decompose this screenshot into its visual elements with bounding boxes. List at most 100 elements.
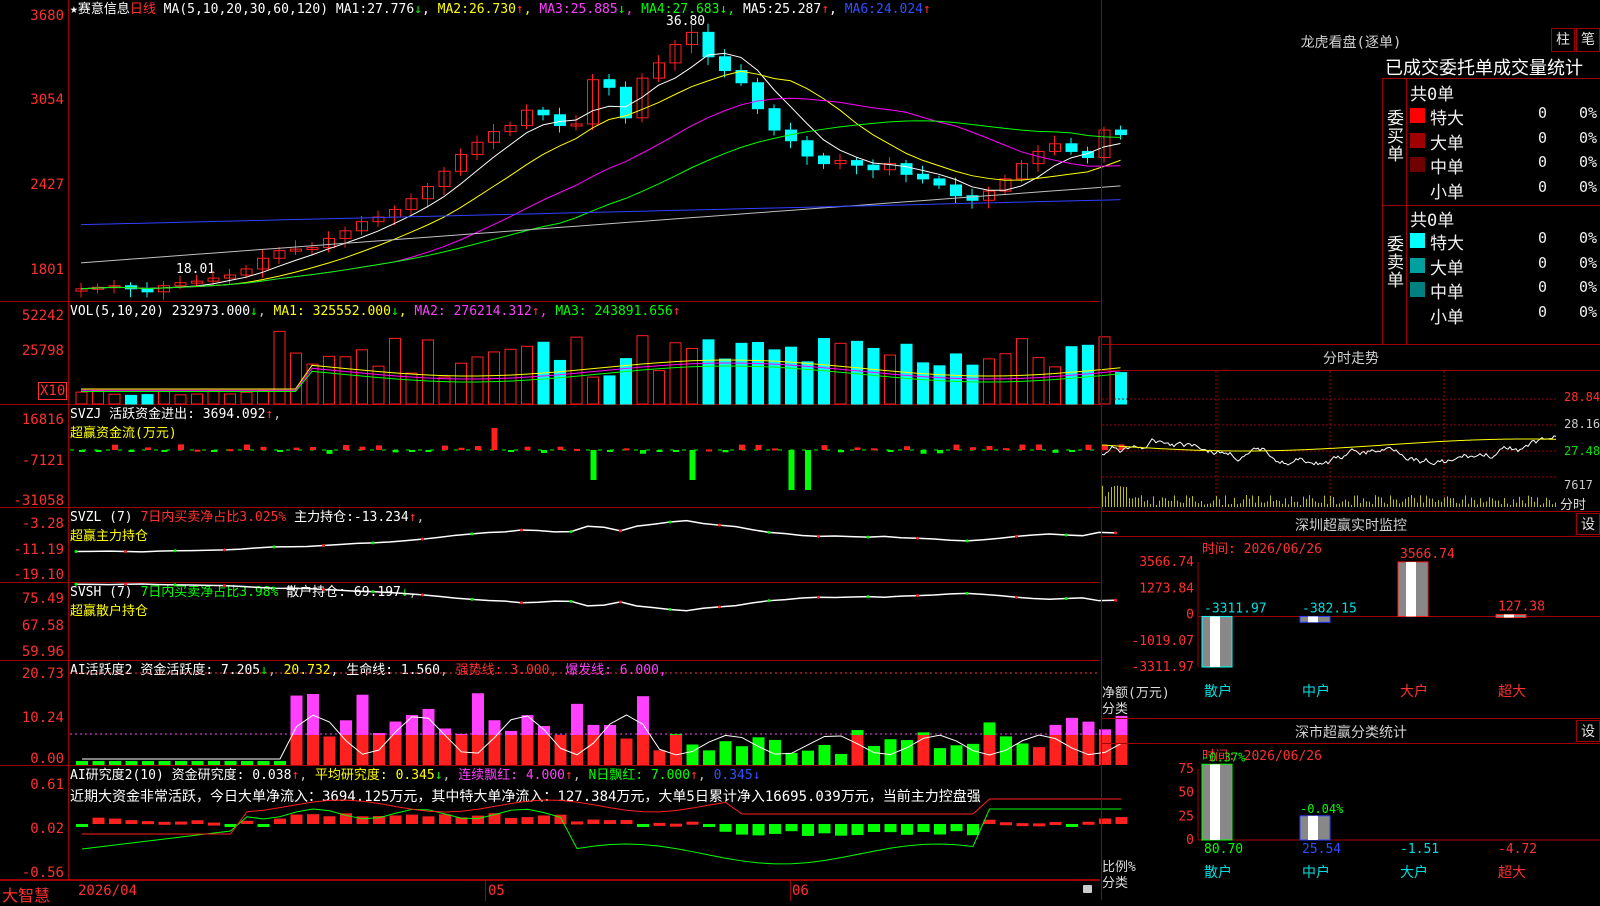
volume-panel[interactable]: 52242 25798 X10 VOL(5,10,20) 232973.000↓…	[0, 302, 1127, 405]
activity-line	[82, 714, 1122, 760]
ma-line-3	[80, 97, 1121, 290]
dragon-tiger-panel: 龙虎看盘(逐单) 柱 笔 已成交委托单成交量统计 委买单 共0单 特大 0 0% 大单…	[1101, 0, 1600, 345]
svzl-chart[interactable]	[0, 508, 1117, 583]
intraday-panel[interactable]: 分时走势 28.84 28.16 27.48 7617 分时	[1101, 345, 1600, 513]
intraday-vol-bar	[1231, 503, 1232, 507]
research-bar	[224, 824, 237, 827]
intraday-chart[interactable]	[1101, 345, 1600, 512]
research-bar	[76, 824, 88, 827]
ai-activity-panel[interactable]: 20.73 10.24 0.00 AI活跃度2 资金活跃度: 7.205↓, 2…	[0, 661, 1128, 766]
holding-dot	[124, 582, 127, 586]
research-bar	[1082, 821, 1095, 825]
intraday-vol-bar	[1273, 501, 1274, 507]
intraday-vol-bar	[1252, 495, 1253, 507]
intraday-vol-bar	[1210, 503, 1211, 507]
holding-dot	[322, 587, 325, 591]
intraday-vol-bar	[1429, 498, 1430, 507]
bar-y-label: 1273.84	[1139, 581, 1194, 596]
intraday-vol-bar	[1288, 504, 1289, 507]
intraday-vol-bar	[1108, 491, 1109, 507]
activity-bar	[818, 744, 831, 765]
dragon-row-count: 0	[1538, 104, 1548, 122]
ma-line-4	[80, 120, 1121, 290]
intraday-vol-bar	[1324, 495, 1325, 507]
buy-total: 共0单	[1410, 85, 1455, 105]
svzj-panel[interactable]: 16816 -7121 -31058 SVZJ 活跃资金进出: 3694.092…	[0, 405, 1125, 508]
activity-bar-base	[604, 735, 616, 765]
research-bar	[769, 824, 781, 834]
intraday-vol-bar	[1351, 504, 1352, 507]
activity-bar-base	[637, 735, 649, 765]
intraday-vol-bar	[1546, 497, 1547, 507]
activity-bar	[109, 761, 121, 765]
dragon-row-label: 大单	[1430, 133, 1464, 154]
bar-view-button[interactable]: 柱	[1551, 28, 1575, 52]
tick-view-button[interactable]: 笔	[1576, 28, 1600, 52]
activity-bar-base	[389, 735, 402, 765]
candle-body	[900, 163, 913, 175]
ma-line-1	[80, 52, 1121, 290]
candle-body	[603, 79, 616, 88]
research-bar	[604, 820, 616, 824]
holding-dot	[421, 593, 424, 597]
intraday-vol-bar	[1213, 500, 1214, 507]
intraday-vol-bar	[1420, 495, 1421, 507]
activity-bar-base	[521, 735, 534, 765]
activity-bar-base	[851, 735, 864, 765]
intraday-vol-bar	[1180, 502, 1181, 507]
intraday-vol-bar	[1333, 497, 1334, 507]
dragon-row-label: 特大	[1430, 109, 1464, 129]
intraday-vol-bar	[1336, 504, 1337, 507]
intraday-vol-bar	[1438, 500, 1439, 507]
holding-dot	[866, 595, 870, 599]
lock-icon[interactable]	[1083, 885, 1092, 893]
intraday-vol-bar	[1549, 500, 1550, 507]
flow-bar	[244, 444, 250, 450]
intraday-vol-bar	[1387, 504, 1388, 507]
flow-bar	[1069, 450, 1075, 452]
app-window: 3680 3054 2427 1801 ★赛意信息日线 MA(5,10,20,3…	[0, 0, 1600, 905]
svzl-panel[interactable]: -3.28 -11.19 -19.10 SVZL (7) 7日内买卖净占比3.0…	[0, 508, 1117, 583]
volume-chart[interactable]	[0, 302, 1127, 405]
intraday-vol-bar	[1264, 502, 1265, 507]
ai-research-panel[interactable]: 0.61 0.02 -0.56 AI研究度2(10) 资金研究度: 0.038↑…	[0, 766, 1128, 880]
research-bar	[917, 824, 930, 832]
intraday-vol-bar	[1507, 503, 1508, 507]
ai-research-chart[interactable]	[0, 766, 1128, 880]
activity-bar	[950, 745, 963, 765]
volume-bar	[191, 393, 203, 405]
flow-bar	[953, 444, 960, 450]
ratio-top-label: -0.04%	[1300, 802, 1344, 816]
flow-bar	[359, 446, 366, 450]
ratio-category-label: 散户	[1204, 864, 1232, 881]
candle-body	[768, 108, 781, 131]
ai-activity-chart[interactable]	[0, 661, 1128, 766]
activity-bar-base	[340, 735, 352, 765]
candlestick-chart[interactable]	[0, 0, 1127, 302]
volume-bar	[422, 339, 434, 405]
activity-bar	[736, 746, 748, 765]
flow-bar	[227, 449, 234, 452]
flow-bar	[277, 450, 283, 452]
intraday-vol-bar	[1240, 503, 1241, 507]
intraday-vol-bar	[1435, 501, 1436, 507]
activity-bar	[835, 753, 847, 765]
intraday-vol-bar	[1474, 500, 1475, 507]
activity-bar	[142, 761, 154, 765]
svsh-chart[interactable]	[0, 582, 1117, 661]
ratio-category-label: 中户	[1302, 864, 1330, 881]
volume-bar	[702, 339, 715, 405]
flow-bar	[508, 450, 514, 452]
research-bar	[670, 823, 682, 827]
holding-dot	[1015, 595, 1018, 599]
flow-bar	[343, 445, 349, 450]
intraday-vol-bar	[1441, 501, 1442, 507]
research-bar	[950, 824, 963, 832]
price-panel[interactable]: 3680 3054 2427 1801 ★赛意信息日线 MA(5,10,20,3…	[0, 0, 1127, 302]
ratio-value-label: -4.72	[1498, 842, 1537, 857]
volume-bar	[158, 390, 170, 405]
volume-bar	[686, 348, 698, 405]
svsh-panel[interactable]: 75.49 67.58 59.96 SVSH (7) 7日内买卖净占比3.98%…	[0, 582, 1117, 661]
svzj-chart[interactable]	[0, 405, 1125, 508]
sell-side-label: 委卖单	[1387, 235, 1404, 291]
